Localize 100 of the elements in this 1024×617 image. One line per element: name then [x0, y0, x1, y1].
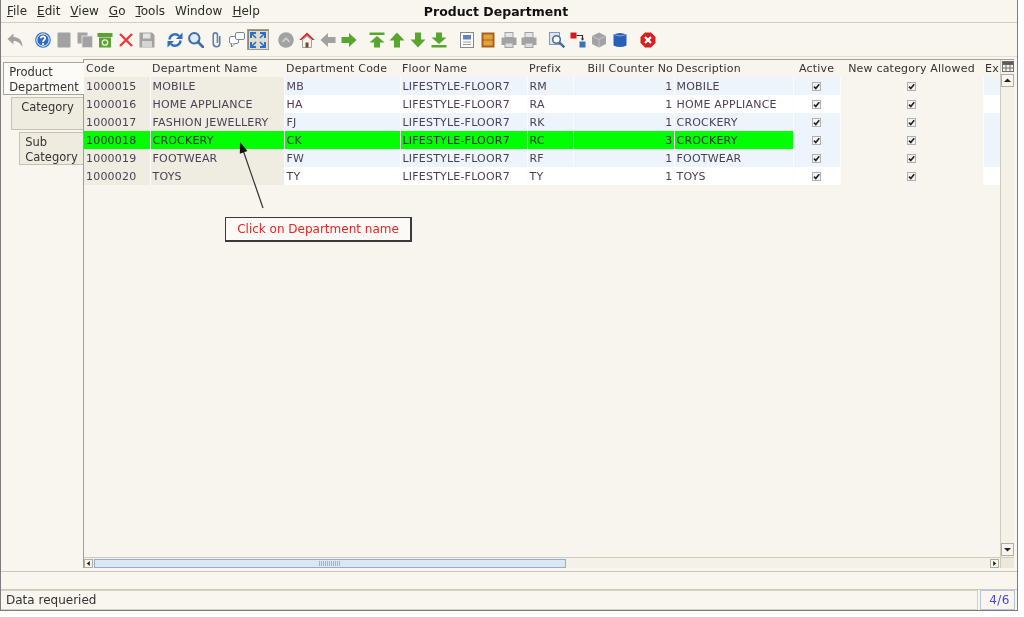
vertical-scrollbar[interactable]	[1000, 60, 1014, 557]
menu-item[interactable]: Edit	[37, 4, 61, 18]
table-row[interactable]: 1000019 FOOTWEAR FW LIFESTYLE-FLOOR7 RF 1 FOOTWEAR	[84, 149, 1000, 167]
table-cell: LIFESTYLE-FLOOR7	[400, 113, 527, 131]
checkbox[interactable]	[812, 100, 821, 109]
column-header[interactable]: Department Name	[150, 60, 284, 77]
magnifier-document-icon[interactable]	[549, 31, 566, 48]
menu-item[interactable]: Tools	[135, 4, 166, 18]
column-header[interactable]: Ex	[983, 60, 1000, 77]
table-cell: RA	[527, 95, 573, 113]
paperclip-icon[interactable]	[212, 31, 222, 48]
menu-item[interactable]: View	[70, 4, 99, 18]
table-cell: 1000020	[84, 167, 150, 185]
checkbox[interactable]	[907, 136, 916, 145]
table-cell: TY	[284, 167, 400, 185]
checkbox[interactable]	[907, 100, 916, 109]
menu-item[interactable]: Help	[232, 4, 260, 18]
pointer-arrow	[239, 142, 264, 209]
table-cell: HA	[284, 95, 400, 113]
column-header[interactable]: Department Code	[284, 60, 400, 77]
menu-item[interactable]: Window	[175, 4, 223, 18]
table-cell: 1	[573, 95, 674, 113]
checkbox[interactable]	[812, 136, 821, 145]
checkbox[interactable]	[812, 172, 821, 181]
arrow-to-top-icon[interactable]	[368, 31, 385, 48]
arrow-to-bottom-icon[interactable]	[430, 31, 447, 48]
question-mark-icon[interactable]	[35, 31, 51, 48]
table-cell: 1000019	[84, 149, 150, 167]
table-row[interactable]: 1000016 HOME APPLIANCE HA LIFESTYLE-FLOOR7 RA 1 HOME APPLIANCE	[84, 95, 1000, 113]
bin-icon[interactable]	[97, 31, 114, 48]
table-cell: 1	[573, 113, 674, 131]
menu-item[interactable]: Go	[108, 4, 126, 18]
cabinet-icon[interactable]	[479, 31, 496, 48]
table-cell: RM	[527, 77, 573, 95]
grid-icon[interactable]	[1001, 61, 1014, 72]
window-title: Product Department	[423, 3, 569, 19]
tab[interactable]: Category	[11, 97, 83, 130]
table-cell: FASHION JEWELLERY	[150, 113, 284, 131]
checkbox[interactable]	[812, 154, 821, 163]
table-cell: 1000018	[84, 131, 150, 149]
checkbox[interactable]	[907, 118, 916, 127]
checkbox[interactable]	[907, 154, 916, 163]
column-header[interactable]: Floor Name	[400, 60, 527, 77]
table-row[interactable]: 1000018 CROCKERY CK LIFESTYLE-FLOOR7 RC 3 CROCKERY	[84, 131, 1000, 149]
column-header[interactable]: Bill Counter No	[573, 60, 674, 77]
table-cell: TOYS	[674, 167, 793, 185]
search-icon[interactable]	[187, 31, 204, 48]
refresh-icon[interactable]	[167, 31, 183, 48]
table-cell: CK	[284, 131, 400, 149]
table-cell: LIFESTYLE-FLOOR7	[400, 149, 527, 167]
house-icon[interactable]	[298, 31, 315, 48]
table-cell: 1	[573, 167, 674, 185]
table-cell: CROCKERY	[674, 131, 793, 149]
table-cell: CROCKERY	[674, 113, 793, 131]
table-cell: LIFESTYLE-FLOOR7	[400, 167, 527, 185]
checkbox[interactable]	[907, 172, 916, 181]
tab[interactable]: Sub Category	[19, 132, 83, 165]
column-header[interactable]: New category Allowed	[840, 60, 983, 77]
cylinder-icon[interactable]	[611, 31, 628, 48]
status-message: Data requeried	[1, 590, 978, 610]
table-cell: LIFESTYLE-FLOOR7	[400, 131, 527, 149]
column-header[interactable]: Code	[84, 60, 150, 77]
checkbox[interactable]	[907, 82, 916, 91]
tab[interactable]: Product Department	[3, 62, 84, 95]
table-row[interactable]: 1000017 FASHION JEWELLERY FJ LIFESTYLE-FLOOR7 RK 1 CROCKERY	[84, 113, 1000, 131]
checkbox[interactable]	[812, 118, 821, 127]
table-cell: HOME APPLIANCE	[674, 95, 793, 113]
annotation-callout: Click on Department name	[225, 217, 412, 242]
checkbox[interactable]	[812, 82, 821, 91]
column-header[interactable]: Description	[674, 60, 793, 77]
scroll-right-arrow-icon[interactable]	[990, 558, 999, 568]
table-cell: FW	[284, 149, 400, 167]
table-cell: 1000016	[84, 95, 150, 113]
table-cell: MOBILE	[674, 77, 793, 95]
table-cell: LIFESTYLE-FLOOR7	[400, 95, 527, 113]
table-cell: 1	[573, 77, 674, 95]
table-cell: TY	[527, 167, 573, 185]
table-cell: 1	[573, 149, 674, 167]
squares-arrow-icon[interactable]	[570, 31, 587, 48]
table-row[interactable]: 1000020 TOYS TY LIFESTYLE-FLOOR7 TY 1 TOYS	[84, 167, 1000, 185]
scroll-left-arrow-icon[interactable]	[84, 558, 93, 568]
close-icon[interactable]	[639, 31, 656, 48]
table-cell: RC	[527, 131, 573, 149]
table-cell: MOBILE	[150, 77, 284, 95]
column-header[interactable]: Active	[793, 60, 840, 77]
cross-icon[interactable]	[118, 31, 135, 48]
down-arrow-icon[interactable]	[410, 31, 427, 48]
table-row[interactable]: 1000015 MOBILE MB LIFESTYLE-FLOOR7 RM 1 MOBILE	[84, 77, 1000, 95]
horizontal-scrollbar[interactable]	[84, 557, 1000, 568]
table-cell: FOOTWEAR	[150, 149, 284, 167]
menu-item[interactable]: File	[7, 4, 28, 18]
right-arrow-icon[interactable]	[340, 31, 357, 48]
table-cell: MB	[284, 77, 400, 95]
table-cell: FOOTWEAR	[674, 149, 793, 167]
table-cell: 3	[573, 131, 674, 149]
column-header[interactable]: Prefix	[527, 60, 573, 77]
up-arrow-icon[interactable]	[389, 31, 406, 48]
scrollbar-thumb[interactable]	[94, 558, 566, 568]
document-icon[interactable]	[458, 31, 475, 48]
speech-bubbles-icon[interactable]	[229, 31, 246, 48]
